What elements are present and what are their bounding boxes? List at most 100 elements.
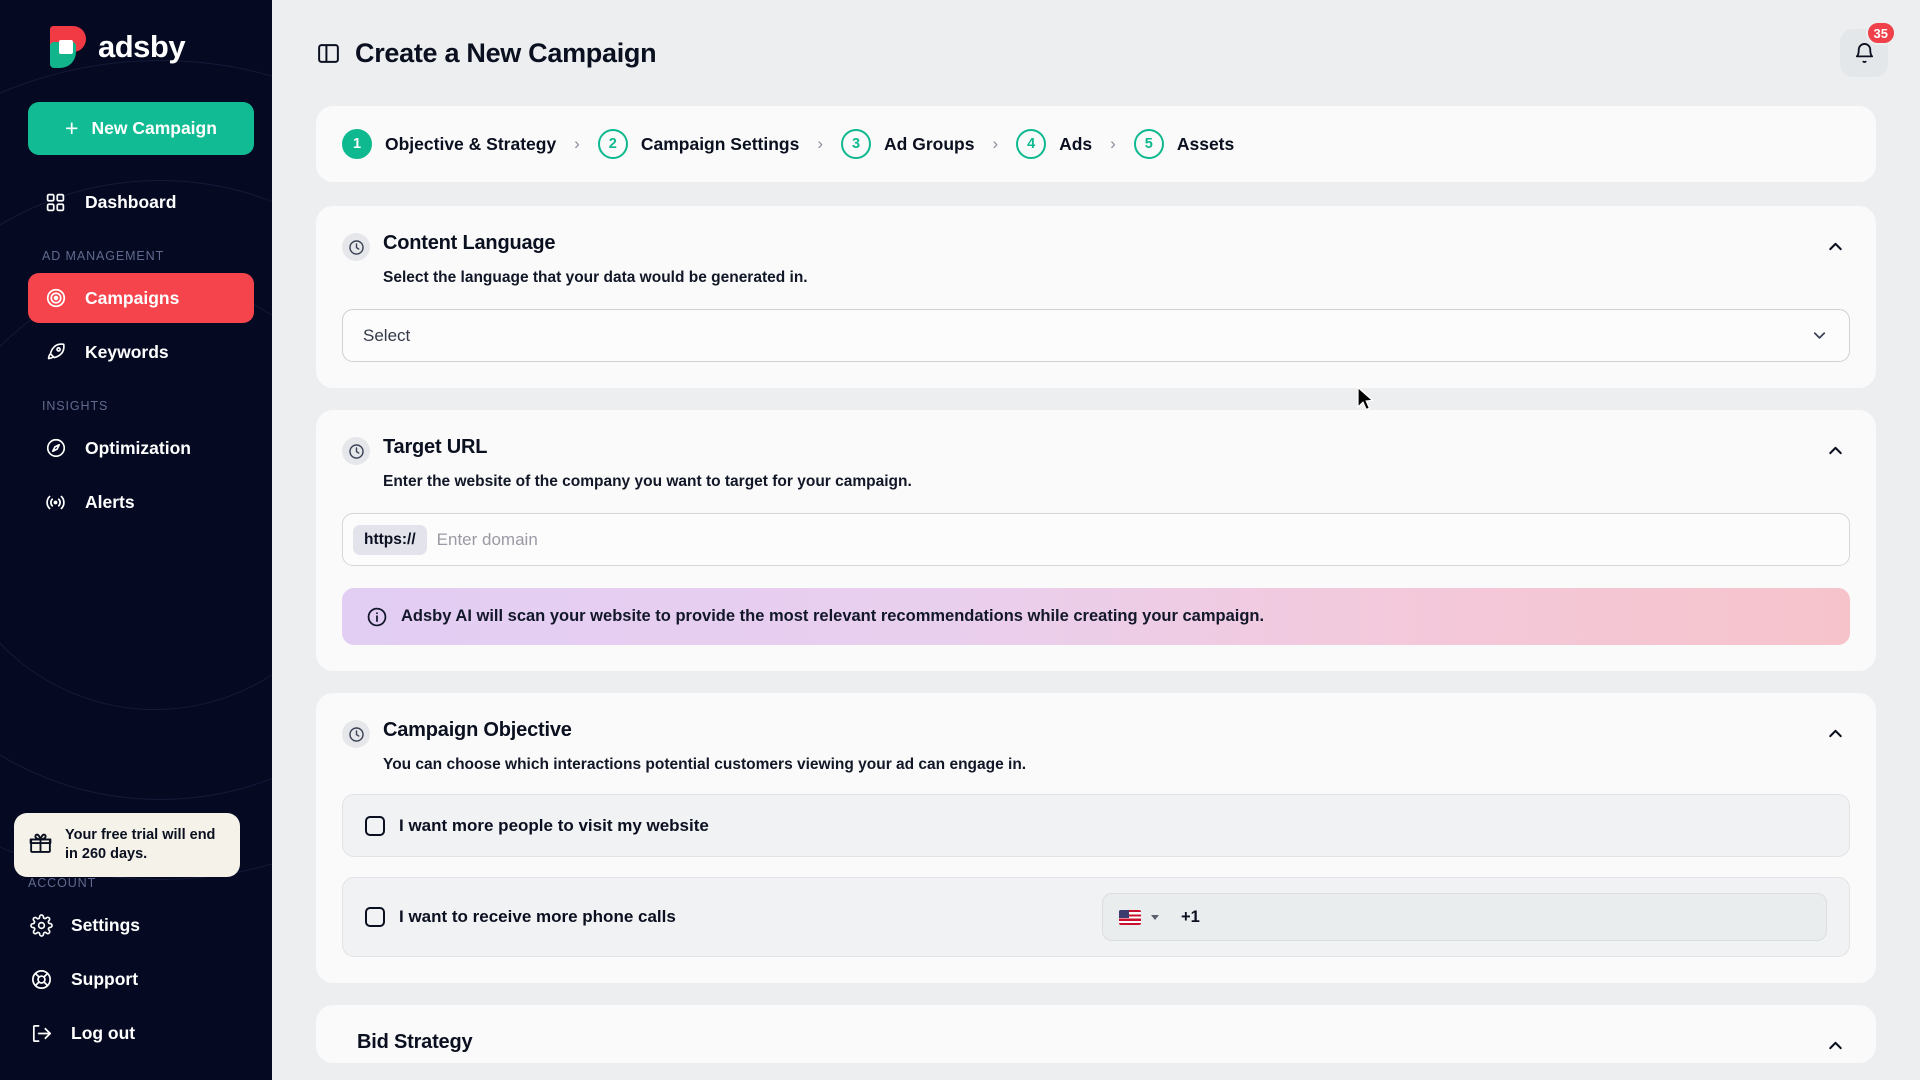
step-number: 3: [841, 129, 872, 159]
chevron-up-icon: [1825, 1035, 1846, 1056]
brand-logo[interactable]: adsby: [14, 0, 258, 68]
page-title-group: Create a New Campaign: [316, 37, 657, 69]
bell-icon: [1853, 42, 1876, 65]
brand-name: adsby: [98, 29, 186, 64]
account-nav-group: ACCOUNT Settings Support Log out: [14, 858, 254, 1062]
step-number: 2: [597, 129, 628, 159]
sidebar-item-label: Dashboard: [85, 191, 177, 212]
clock-icon: [342, 720, 370, 748]
collapse-toggle-campaign-objective[interactable]: [1821, 719, 1850, 748]
rocket-icon: [44, 341, 67, 364]
target-url-input[interactable]: [436, 529, 1839, 550]
top-bar: Create a New Campaign 35: [272, 0, 1920, 106]
clock-icon: [342, 233, 370, 261]
campaign-objective-card: Campaign Objective You can choose which …: [316, 693, 1876, 983]
card-title: Target URL: [383, 436, 488, 458]
step-campaign-settings[interactable]: 2 Campaign Settings: [597, 129, 800, 159]
campaign-stepper: 1 Objective & Strategy › 2 Campaign Sett…: [316, 106, 1876, 182]
caret-down-icon[interactable]: [1151, 914, 1159, 920]
new-campaign-button[interactable]: + New Campaign: [28, 102, 254, 155]
step-label: Assets: [1176, 133, 1235, 154]
sidebar-item-logout[interactable]: Log out: [14, 1008, 240, 1058]
card-header: Campaign Objective: [342, 719, 1850, 748]
step-separator-icon: ›: [992, 134, 999, 153]
step-number: 4: [1016, 129, 1047, 159]
scroll-area[interactable]: 1 Objective & Strategy › 2 Campaign Sett…: [272, 106, 1920, 1080]
step-number: 1: [342, 129, 372, 159]
sidebar-panel-icon[interactable]: [316, 41, 341, 66]
target-url-field[interactable]: https://: [342, 513, 1850, 566]
objective-option-website[interactable]: I want more people to visit my website: [342, 794, 1850, 857]
sidebar: adsby + New Campaign Dashboard AD MANAGE…: [0, 0, 272, 1080]
sidebar-item-keywords[interactable]: Keywords: [28, 327, 254, 377]
collapse-toggle-bid-strategy[interactable]: [1821, 1031, 1850, 1060]
checkbox-phone-calls[interactable]: [365, 907, 385, 927]
objective-option-phone-calls[interactable]: I want to receive more phone calls +1: [342, 877, 1850, 957]
step-ads[interactable]: 4 Ads: [1016, 129, 1092, 159]
sidebar-item-label: Optimization: [85, 437, 191, 458]
chevron-down-icon: [1810, 326, 1829, 345]
step-separator-icon: ›: [817, 134, 824, 153]
lifebuoy-icon: [30, 968, 53, 991]
new-campaign-label: New Campaign: [91, 118, 217, 138]
step-separator-icon: ›: [1110, 134, 1116, 153]
sidebar-item-label: Campaigns: [85, 287, 180, 308]
step-label: Campaign Settings: [640, 133, 800, 154]
sidebar-item-label: Log out: [71, 1022, 136, 1043]
sidebar-item-label: Alerts: [85, 491, 135, 512]
select-value: Select: [363, 325, 411, 345]
objective-label: I want to receive more phone calls: [399, 907, 676, 926]
dial-code: +1: [1181, 907, 1200, 926]
step-separator-icon: ›: [574, 134, 580, 153]
card-header: Target URL: [342, 436, 1850, 465]
chevron-up-icon: [1825, 440, 1846, 461]
info-icon: [366, 606, 388, 628]
step-ad-groups[interactable]: 3 Ad Groups: [841, 129, 974, 159]
adsby-logo-icon: [42, 26, 86, 68]
card-title: Bid Strategy: [357, 1031, 473, 1053]
sidebar-item-optimization[interactable]: Optimization: [28, 423, 254, 473]
sidebar-item-label: Support: [71, 968, 139, 989]
ai-scan-banner: Adsby AI will scan your website to provi…: [342, 588, 1850, 645]
gear-icon: [30, 913, 53, 937]
page-title: Create a New Campaign: [355, 37, 657, 68]
objective-label: I want more people to visit my website: [399, 815, 709, 835]
step-label: Ad Groups: [884, 133, 975, 154]
content-language-card: Content Language Select the language tha…: [316, 206, 1876, 388]
card-subtitle: You can choose which interactions potent…: [383, 756, 1027, 773]
sidebar-item-label: Keywords: [85, 341, 169, 362]
card-title: Campaign Objective: [383, 719, 572, 741]
notification-badge: 35: [1865, 21, 1896, 45]
bid-strategy-card: Bid Strategy: [316, 1005, 1876, 1063]
sidebar-item-dashboard[interactable]: Dashboard: [28, 177, 254, 227]
sidebar-item-alerts[interactable]: Alerts: [28, 477, 254, 527]
url-protocol-prefix: https://: [353, 524, 427, 555]
step-label: Objective & Strategy: [385, 133, 557, 154]
compass-icon: [44, 437, 67, 460]
free-trial-banner[interactable]: Your free trial will end in 260 days.: [14, 813, 240, 877]
free-trial-text: Your free trial will end in 260 days.: [65, 827, 216, 863]
card-subtitle: Select the language that your data would…: [383, 269, 808, 286]
sidebar-item-campaigns[interactable]: Campaigns: [28, 273, 254, 323]
chevron-up-icon: [1825, 236, 1846, 257]
sidebar-item-support[interactable]: Support: [14, 954, 240, 1004]
card-header: Bid Strategy: [342, 1031, 1850, 1054]
step-number: 5: [1133, 129, 1164, 159]
card-header: Content Language: [342, 232, 1850, 261]
collapse-toggle-target-url[interactable]: [1821, 436, 1850, 465]
sidebar-item-settings[interactable]: Settings: [14, 900, 240, 950]
checkbox-visit-website[interactable]: [365, 815, 385, 836]
main-content: Create a New Campaign 35 1 Objective & S…: [272, 0, 1920, 1080]
step-objective-strategy[interactable]: 1 Objective & Strategy: [342, 129, 556, 159]
notifications-button[interactable]: 35: [1840, 21, 1896, 77]
step-assets[interactable]: 5 Assets: [1133, 129, 1235, 159]
ai-scan-banner-text: Adsby AI will scan your website to provi…: [401, 607, 1265, 625]
grid-icon: [44, 191, 67, 214]
us-flag-icon: [1119, 909, 1141, 925]
collapse-toggle-content-language[interactable]: [1821, 232, 1850, 261]
content-language-select[interactable]: Select: [342, 309, 1850, 362]
phone-number-field[interactable]: +1: [1102, 893, 1827, 941]
card-title: Content Language: [383, 232, 556, 254]
broadcast-icon: [44, 491, 67, 514]
sidebar-item-label: Settings: [71, 914, 141, 935]
